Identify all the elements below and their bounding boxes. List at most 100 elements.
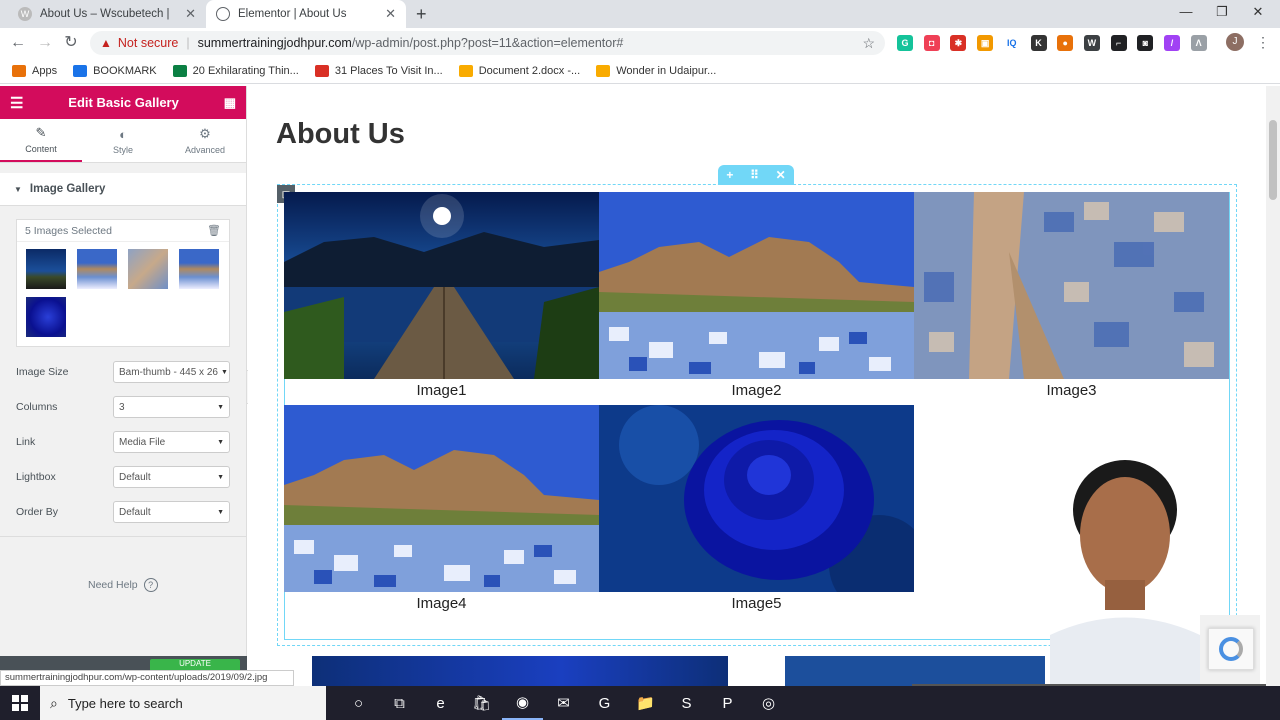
close-tab-icon[interactable]: ✕ xyxy=(385,6,396,22)
bookmark-item[interactable]: BOOKMARK xyxy=(73,64,157,77)
sublime-icon[interactable]: S xyxy=(666,686,707,720)
cortana-icon[interactable]: ○ xyxy=(338,686,379,720)
close-tab-icon[interactable]: ✕ xyxy=(185,6,196,22)
minimize-button[interactable]: — xyxy=(1174,4,1198,22)
tab-advanced[interactable]: ⚙ Advanced xyxy=(164,119,246,162)
gallery-thumbnail[interactable] xyxy=(179,249,219,289)
field-image-size: Image Size Bam-thumb - 445 x 26 ▼ xyxy=(16,360,230,384)
edge-icon[interactable]: e xyxy=(420,686,461,720)
gallery-control[interactable]: 5 Images Selected 🗑 xyxy=(16,219,230,347)
powerpoint-icon[interactable]: P xyxy=(707,686,748,720)
field-label: Lightbox xyxy=(16,471,56,483)
lightbox-select[interactable]: Default ▼ xyxy=(113,466,230,488)
bookmark-star-icon[interactable]: ☆ xyxy=(862,35,875,52)
file-explorer-icon[interactable]: 📁 xyxy=(625,686,666,720)
color-wheel-icon[interactable]: ● xyxy=(1057,35,1074,51)
image-icon[interactable]: ▣ xyxy=(977,35,994,51)
section-image-gallery[interactable]: ▼ Image Gallery xyxy=(0,173,246,206)
puzzle-icon[interactable]: ✱ xyxy=(950,35,967,51)
camera-icon[interactable]: ◙ xyxy=(1137,35,1154,51)
new-tab-button[interactable]: + xyxy=(416,4,427,25)
tab-style[interactable]: ◐ Style xyxy=(82,119,164,162)
tab-title: Elementor | About Us xyxy=(238,8,347,20)
bookmark-label: 31 Places To Visit In... xyxy=(334,64,443,77)
bookmark-item[interactable]: Document 2.docx -... xyxy=(458,64,580,77)
bookmark-item[interactable]: 20 Exhilarating Thin... xyxy=(172,64,299,77)
browser-menu-icon[interactable]: ⋮ xyxy=(1256,34,1270,51)
windows-logo-icon xyxy=(12,695,28,711)
gallery-thumbnail[interactable] xyxy=(26,297,66,337)
gallery-image-3[interactable] xyxy=(914,192,1229,379)
profile-avatar[interactable]: J xyxy=(1226,33,1244,51)
chrome-icon[interactable]: ◉ xyxy=(502,686,543,720)
taskbar-search[interactable]: ⌕ Type here to search xyxy=(40,686,326,720)
url-host: summertrainingjodhpur.com xyxy=(197,36,352,50)
grammarly-icon[interactable]: G xyxy=(897,35,913,51)
crop-icon[interactable]: ⌐ xyxy=(1110,35,1127,51)
tab-elementor[interactable]: Elementor | About Us ✕ xyxy=(206,0,406,28)
tab-label: Content xyxy=(25,144,57,154)
grammarly-icon[interactable]: G xyxy=(584,686,625,720)
delete-section-icon[interactable]: ✕ xyxy=(776,168,786,182)
obs-icon[interactable]: ◎ xyxy=(748,686,789,720)
start-button[interactable] xyxy=(0,686,40,720)
globe-icon xyxy=(216,7,230,21)
gallery-caption: Image3 xyxy=(1046,382,1097,399)
hamburger-menu-icon[interactable]: ☰ xyxy=(10,94,23,112)
bookmark-item[interactable]: Wonder in Udaipur... xyxy=(596,64,716,77)
tab-content[interactable]: ✎ Content xyxy=(0,119,82,162)
order-by-select[interactable]: Default ▼ xyxy=(113,501,230,523)
recaptcha-badge[interactable] xyxy=(1208,628,1254,670)
a-icon[interactable]: Λ xyxy=(1190,35,1207,51)
image-size-select[interactable]: Bam-thumb - 445 x 26 ▼ xyxy=(113,361,230,383)
bookmark-item[interactable]: Apps xyxy=(12,64,57,77)
address-separator: | xyxy=(186,36,190,50)
chevron-down-icon: ▼ xyxy=(217,508,224,516)
need-help-link[interactable]: Need Help ? xyxy=(88,578,158,592)
back-icon[interactable]: ← xyxy=(7,32,29,54)
chevron-down-icon: ▼ xyxy=(217,438,224,446)
drag-handle-icon[interactable]: ⠿ xyxy=(750,168,759,182)
panel-tabs: ✎ Content ◐ Style ⚙ Advanced xyxy=(0,119,246,163)
gallery-thumbnail[interactable] xyxy=(128,249,168,289)
widgets-grid-icon[interactable]: ▦ xyxy=(224,95,236,111)
wordpress-icon[interactable]: W xyxy=(1083,35,1100,51)
link-select[interactable]: Media File ▼ xyxy=(113,431,230,453)
close-window-button[interactable]: ✕ xyxy=(1246,4,1270,22)
pencil-icon: ✎ xyxy=(35,125,47,140)
caret-down-icon: ▼ xyxy=(14,184,22,194)
scrollbar-thumb[interactable] xyxy=(1269,120,1277,200)
gallery-image-5[interactable] xyxy=(599,405,914,592)
k-icon[interactable]: K xyxy=(1030,35,1047,51)
tab-about-us[interactable]: W About Us – Wscubetech | ✕ xyxy=(8,0,206,28)
iq-icon[interactable]: IQ xyxy=(1003,35,1020,51)
pen-icon[interactable]: / xyxy=(1164,35,1180,51)
forward-icon[interactable]: → xyxy=(34,32,56,54)
page-scrollbar[interactable] xyxy=(1266,86,1280,686)
panel-header: ☰ Edit Basic Gallery ▦ xyxy=(0,86,246,119)
gallery-image-1[interactable] xyxy=(284,192,599,379)
columns-select[interactable]: 3 ▼ xyxy=(113,396,230,418)
mail-icon[interactable]: ✉ xyxy=(543,686,584,720)
address-bar[interactable]: ▲ Not secure | summertrainingjodhpur.com… xyxy=(90,31,885,55)
gallery-thumbnail[interactable] xyxy=(77,249,117,289)
gallery-image-2[interactable] xyxy=(599,192,914,379)
gallery-thumbnail[interactable] xyxy=(26,249,66,289)
pocket-icon[interactable]: ◘ xyxy=(923,35,940,51)
reload-icon[interactable]: ↻ xyxy=(60,32,82,54)
bookmark-favicon-icon xyxy=(458,64,473,77)
restore-button[interactable]: ❐ xyxy=(1210,4,1234,22)
bookmark-favicon-icon xyxy=(73,64,88,77)
gear-icon: ⚙ xyxy=(199,126,211,141)
trash-icon[interactable]: 🗑 xyxy=(207,224,221,237)
add-section-icon[interactable]: + xyxy=(726,168,733,182)
page-title: About Us xyxy=(276,118,405,150)
section-handle[interactable]: + ⠿ ✕ xyxy=(718,165,794,185)
url-path: /wp-admin/post.php?post=11&action=elemen… xyxy=(351,36,624,50)
store-icon[interactable]: 🛍 xyxy=(461,686,502,720)
status-bar-url: summertrainingjodhpur.com/wp-content/upl… xyxy=(0,670,294,686)
bookmark-item[interactable]: 31 Places To Visit In... xyxy=(314,64,443,77)
task-view-icon[interactable]: ⧉ xyxy=(379,686,420,720)
gallery-count: 5 Images Selected xyxy=(25,224,112,237)
gallery-image-4[interactable] xyxy=(284,405,599,592)
